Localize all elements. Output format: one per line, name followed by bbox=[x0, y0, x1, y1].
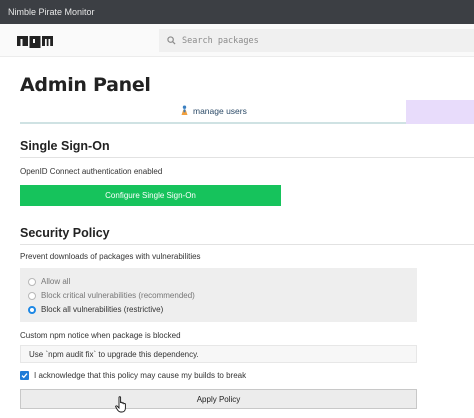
users-icon bbox=[181, 105, 188, 115]
search-field[interactable]: Search packages bbox=[159, 29, 474, 52]
radio-allow-all[interactable]: Allow all bbox=[28, 277, 70, 286]
notice-input-value: Use `npm audit fix` to upgrade this depe… bbox=[29, 349, 199, 359]
top-navigation: Search packages bbox=[0, 24, 474, 57]
checkmark-icon bbox=[21, 373, 28, 379]
acknowledge-row[interactable]: I acknowledge that this policy may cause… bbox=[20, 371, 246, 380]
tab-highlight[interactable] bbox=[406, 100, 474, 124]
radio-label: Allow all bbox=[41, 277, 71, 286]
radio-button[interactable] bbox=[28, 305, 36, 314]
notice-label: Custom npm notice when package is blocke… bbox=[20, 331, 181, 340]
tab-label: manage users bbox=[193, 105, 247, 116]
vulnerability-question: Prevent downloads of packages with vulne… bbox=[20, 252, 201, 261]
radio-button[interactable] bbox=[28, 291, 36, 300]
apply-policy-button[interactable]: Apply Policy bbox=[20, 389, 417, 409]
acknowledge-label: I acknowledge that this policy may cause… bbox=[34, 371, 247, 380]
radio-block-critical[interactable]: Block critical vulnerabilities (recommen… bbox=[28, 291, 195, 300]
radio-label: Block critical vulnerabilities (recommen… bbox=[41, 291, 195, 300]
window-titlebar: Nimble Pirate Monitor bbox=[0, 0, 474, 24]
page-title: Admin Panel bbox=[20, 74, 151, 96]
radio-block-all[interactable]: Block all vulnerabilities (restrictive) bbox=[28, 305, 163, 314]
configure-sso-button[interactable]: Configure Single Sign-On bbox=[20, 185, 281, 206]
hand-cursor-icon bbox=[115, 396, 126, 413]
window-title: Nimble Pirate Monitor bbox=[8, 7, 95, 17]
vulnerability-radio-group: Allow all Block critical vulnerabilities… bbox=[20, 268, 417, 322]
radio-label: Block all vulnerabilities (restrictive) bbox=[41, 305, 164, 314]
search-icon bbox=[167, 36, 176, 45]
security-policy-heading: Security Policy bbox=[20, 226, 110, 240]
sso-status-text: OpenID Connect authentication enabled bbox=[20, 167, 163, 176]
npm-logo-icon[interactable] bbox=[17, 34, 53, 48]
divider bbox=[20, 244, 474, 245]
sso-heading: Single Sign-On bbox=[20, 139, 110, 153]
admin-tabs: manage users bbox=[20, 100, 474, 124]
search-input[interactable]: Search packages bbox=[182, 36, 259, 46]
radio-button[interactable] bbox=[28, 277, 36, 286]
divider bbox=[20, 157, 474, 158]
notice-input[interactable]: Use `npm audit fix` to upgrade this depe… bbox=[20, 345, 417, 363]
tab-manage-users[interactable]: manage users bbox=[180, 105, 247, 116]
acknowledge-checkbox[interactable] bbox=[20, 371, 29, 380]
